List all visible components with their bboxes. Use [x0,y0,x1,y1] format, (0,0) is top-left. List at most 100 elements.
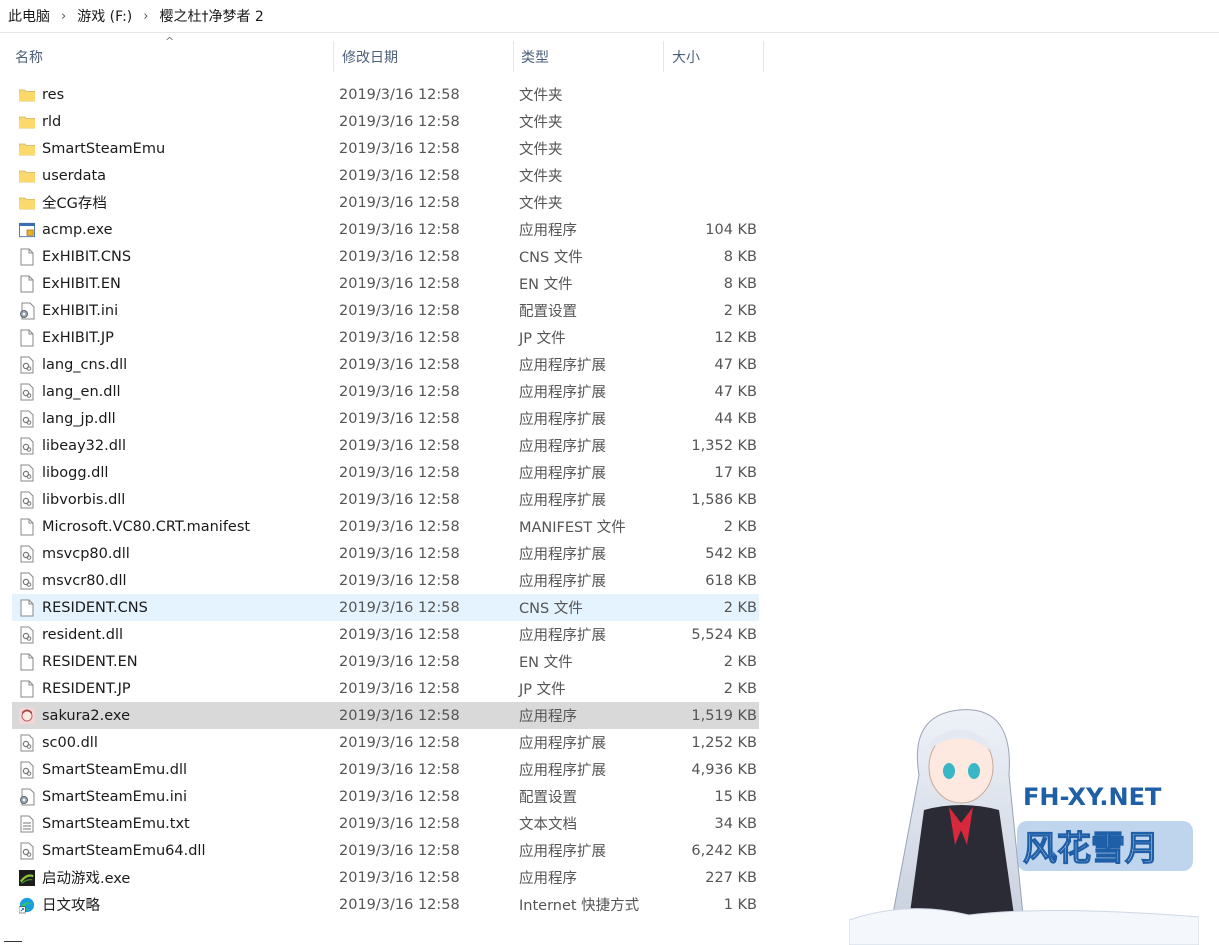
file-row[interactable]: userdata 2019/3/16 12:58 文件夹 [12,162,759,189]
file-name: RESIDENT.JP [42,680,131,697]
file-row[interactable]: ExHIBIT.JP 2019/3/16 12:58 JP 文件 12 KB [12,324,759,351]
file-size: 8 KB [723,248,757,265]
file-size: 618 KB [705,572,757,589]
file-type: 配置设置 [519,304,577,320]
file-icon [19,653,35,671]
file-icon [19,518,35,536]
watermark-logo-text: 风花雪月 [1023,829,1159,869]
file-type: 文本文档 [519,817,577,833]
file-date: 2019/3/16 12:58 [339,248,460,265]
file-type: 文件夹 [519,196,563,212]
folder-icon [19,194,35,212]
dll-icon [19,842,35,860]
file-row[interactable]: msvcp80.dll 2019/3/16 12:58 应用程序扩展 542 KB [12,540,759,567]
file-type: 应用程序扩展 [519,358,606,374]
file-row[interactable]: SmartSteamEmu 2019/3/16 12:58 文件夹 [12,135,759,162]
file-row[interactable]: lang_jp.dll 2019/3/16 12:58 应用程序扩展 44 KB [12,405,759,432]
breadcrumb-separator-icon[interactable]: › [61,9,66,24]
file-type: 文件夹 [519,115,563,131]
file-icon [19,680,35,698]
file-type: 应用程序扩展 [519,412,606,428]
column-header-name-label: 名称 [15,49,43,66]
file-row[interactable]: libogg.dll 2019/3/16 12:58 应用程序扩展 17 KB [12,459,759,486]
file-date: 2019/3/16 12:58 [339,653,460,670]
file-name: SmartSteamEmu.txt [42,815,190,832]
file-row[interactable]: ExHIBIT.ini 2019/3/16 12:58 配置设置 2 KB [12,297,759,324]
launcher-exe-icon [19,869,35,887]
file-size: 1,519 KB [691,707,757,724]
column-header-name[interactable]: ^ 名称 [0,35,334,72]
file-name: userdata [42,167,107,184]
file-name: sakura2.exe [42,707,130,724]
file-row[interactable]: lang_en.dll 2019/3/16 12:58 应用程序扩展 47 KB [12,378,759,405]
file-type: 配置设置 [519,790,577,806]
file-name: RESIDENT.EN [42,653,138,670]
file-date: 2019/3/16 12:58 [339,572,460,589]
file-list: res 2019/3/16 12:58 文件夹 rld 2019/3/16 12:58 文… [12,81,759,918]
file-row[interactable]: SmartSteamEmu.dll 2019/3/16 12:58 应用程序扩展 4,… [12,756,759,783]
file-row[interactable]: ExHIBIT.CNS 2019/3/16 12:58 CNS 文件 8 KB [12,243,759,270]
file-type: JP 文件 [519,682,566,698]
file-row[interactable]: resident.dll 2019/3/16 12:58 应用程序扩展 5,524 K… [12,621,759,648]
column-header-type-label: 类型 [521,49,549,66]
file-size: 104 KB [705,221,757,238]
breadcrumb-this-pc[interactable]: 此电脑 [8,6,50,26]
file-row[interactable]: libeay32.dll 2019/3/16 12:58 应用程序扩展 1,352 K… [12,432,759,459]
file-row[interactable]: SmartSteamEmu.txt 2019/3/16 12:58 文本文档 34 K… [12,810,759,837]
file-name: ExHIBIT.JP [42,329,114,346]
file-row[interactable]: RESIDENT.CNS 2019/3/16 12:58 CNS 文件 2 KB [12,594,759,621]
file-name: SmartSteamEmu.ini [42,788,188,805]
file-date: 2019/3/16 12:58 [339,599,460,616]
folder-icon [19,86,35,104]
file-type: 应用程序扩展 [519,385,606,401]
file-row[interactable]: sakura2.exe 2019/3/16 12:58 应用程序 1,519 KB [12,702,759,729]
file-row[interactable]: 启动游戏.exe 2019/3/16 12:58 应用程序 227 KB [12,864,759,891]
file-row[interactable]: RESIDENT.JP 2019/3/16 12:58 JP 文件 2 KB [12,675,759,702]
file-date: 2019/3/16 12:58 [339,869,460,886]
file-name: RESIDENT.CNS [42,599,148,616]
file-row[interactable]: 日文攻略 2019/3/16 12:58 Internet 快捷方式 1 KB [12,891,759,918]
column-header-bar: ^ 名称 修改日期 类型 大小 [0,35,764,72]
file-date: 2019/3/16 12:58 [339,275,460,292]
file-date: 2019/3/16 12:58 [339,707,460,724]
file-row[interactable]: ExHIBIT.EN 2019/3/16 12:58 EN 文件 8 KB [12,270,759,297]
file-row[interactable]: res 2019/3/16 12:58 文件夹 [12,81,759,108]
file-row[interactable]: msvcr80.dll 2019/3/16 12:58 应用程序扩展 618 KB [12,567,759,594]
column-header-type[interactable]: 类型 [514,41,664,72]
file-row[interactable]: libvorbis.dll 2019/3/16 12:58 应用程序扩展 1,586 … [12,486,759,513]
file-date: 2019/3/16 12:58 [339,518,460,535]
column-header-date[interactable]: 修改日期 [334,41,514,72]
file-row[interactable]: Microsoft.VC80.CRT.manifest 2019/3/16 12:… [12,513,759,540]
file-size: 6,242 KB [691,842,757,859]
file-row[interactable]: rld 2019/3/16 12:58 文件夹 [12,108,759,135]
file-size: 12 KB [714,329,757,346]
file-date: 2019/3/16 12:58 [339,221,460,238]
breadcrumb-separator-icon[interactable]: › [143,9,148,24]
watermark-url-text: FH-XY.NET [1023,783,1162,811]
dll-icon [19,626,35,644]
file-row[interactable]: lang_cns.dll 2019/3/16 12:58 应用程序扩展 47 KB [12,351,759,378]
game-exe-icon [19,707,35,725]
file-size: 34 KB [714,815,757,832]
file-row[interactable]: acmp.exe 2019/3/16 12:58 应用程序 104 KB [12,216,759,243]
file-name: 日文攻略 [42,898,100,914]
breadcrumb-folder[interactable]: 樱之杜†净梦者 2 [159,6,263,26]
breadcrumb-drive[interactable]: 游戏 (F:) [77,6,132,26]
file-date: 2019/3/16 12:58 [339,491,460,508]
file-row[interactable]: sc00.dll 2019/3/16 12:58 应用程序扩展 1,252 KB [12,729,759,756]
file-name: Microsoft.VC80.CRT.manifest [42,518,251,535]
file-date: 2019/3/16 12:58 [339,140,460,157]
column-header-size[interactable]: 大小 [664,41,764,72]
dll-icon [19,761,35,779]
column-header-date-label: 修改日期 [342,49,398,66]
folder-icon [19,140,35,158]
file-row[interactable]: SmartSteamEmu.ini 2019/3/16 12:58 配置设置 15 K… [12,783,759,810]
file-name: libogg.dll [42,464,109,481]
file-size: 8 KB [723,275,757,292]
ini-icon [19,788,35,806]
breadcrumb: 此电脑 › 游戏 (F:) › 樱之杜†净梦者 2 [0,0,1219,33]
file-row[interactable]: 全CG存档 2019/3/16 12:58 文件夹 [12,189,759,216]
file-date: 2019/3/16 12:58 [339,86,460,103]
file-row[interactable]: RESIDENT.EN 2019/3/16 12:58 EN 文件 2 KB [12,648,759,675]
file-row[interactable]: SmartSteamEmu64.dll 2019/3/16 12:58 应用程序扩展… [12,837,759,864]
